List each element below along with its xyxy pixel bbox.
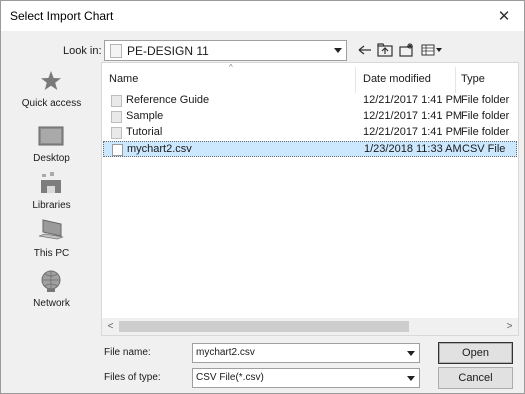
look-in-label: Look in: — [63, 45, 102, 57]
file-row-selected[interactable]: mychart2.csv 1/23/2018 11:33 AM CSV File — [103, 141, 517, 157]
column-divider[interactable] — [355, 67, 356, 93]
desktop-icon — [36, 122, 66, 150]
file-date: 12/21/2017 1:41 PM — [363, 110, 463, 122]
scrollbar-thumb[interactable] — [119, 321, 409, 332]
place-label: This PC — [33, 248, 70, 259]
file-name-value: mychart2.csv — [196, 347, 255, 358]
file-date: 12/21/2017 1:41 PM — [363, 126, 463, 138]
libraries-icon — [36, 169, 66, 197]
scroll-right-button[interactable]: > — [501, 320, 518, 333]
dialog-title: Select Import Chart — [10, 9, 114, 23]
file-type-value: CSV File(*.csv) — [196, 372, 264, 383]
file-icon — [112, 144, 123, 156]
star-icon — [36, 67, 66, 95]
computer-icon — [36, 217, 66, 245]
chevron-down-icon[interactable] — [329, 41, 346, 60]
folder-icon — [111, 127, 122, 139]
title-bar: Select Import Chart ✕ — [1, 1, 524, 31]
file-name-input[interactable]: mychart2.csv — [192, 343, 420, 363]
file-date: 12/21/2017 1:41 PM — [363, 94, 463, 106]
look-in-combo[interactable]: PE-DESIGN 11 — [104, 40, 347, 61]
file-name: mychart2.csv — [127, 143, 192, 155]
chevron-down-icon[interactable] — [402, 369, 419, 387]
file-type: File folder — [461, 94, 510, 106]
file-row[interactable]: Tutorial 12/21/2017 1:41 PM File folder — [103, 125, 517, 141]
file-row[interactable]: Sample 12/21/2017 1:41 PM File folder — [103, 109, 517, 125]
place-quick-access[interactable]: Quick access — [9, 67, 94, 115]
file-name: Sample — [126, 110, 164, 122]
place-network[interactable]: Network — [9, 267, 94, 315]
view-menu-icon[interactable] — [420, 41, 444, 59]
file-list[interactable]: ^ Name Date modified Type Reference Guid… — [101, 62, 519, 336]
close-button[interactable]: ✕ — [484, 1, 524, 31]
column-header-type[interactable]: Type — [461, 73, 485, 85]
place-label: Desktop — [33, 153, 70, 164]
file-name-label: File name: — [104, 347, 151, 358]
place-label: Quick access — [21, 98, 82, 109]
file-type-label: Files of type: — [104, 372, 161, 383]
file-type: File folder — [461, 110, 510, 122]
place-libraries[interactable]: Libraries — [9, 169, 94, 217]
file-name: Tutorial — [126, 126, 163, 138]
column-divider[interactable] — [455, 67, 456, 93]
network-icon — [36, 267, 66, 295]
file-date: 1/23/2018 11:33 AM — [364, 143, 462, 155]
new-folder-icon[interactable] — [398, 41, 416, 59]
column-header-date-modified[interactable]: Date modified — [363, 73, 431, 85]
column-header-name[interactable]: Name — [109, 73, 138, 85]
horizontal-scrollbar[interactable]: < > — [102, 318, 518, 335]
chevron-down-icon[interactable] — [402, 344, 419, 362]
places-bar: Quick access Desktop Libraries This PC N… — [9, 67, 94, 317]
place-label: Network — [33, 298, 70, 309]
folder-icon — [110, 44, 122, 58]
look-in-value: PE-DESIGN 11 — [127, 44, 209, 58]
place-label: Libraries — [32, 200, 71, 211]
file-row[interactable]: Reference Guide 12/21/2017 1:41 PM File … — [103, 93, 517, 109]
file-type: CSV File — [462, 143, 506, 155]
sort-ascending-icon: ^ — [229, 63, 233, 72]
back-icon[interactable] — [356, 41, 374, 59]
cancel-button[interactable]: Cancel — [438, 367, 513, 389]
scroll-left-button[interactable]: < — [102, 320, 119, 333]
folder-icon — [111, 111, 122, 123]
place-desktop[interactable]: Desktop — [9, 122, 94, 170]
select-import-chart-dialog: Select Import Chart ✕ Look in: PE-DESIGN… — [0, 0, 525, 394]
up-folder-icon[interactable] — [376, 41, 394, 59]
place-this-pc[interactable]: This PC — [9, 217, 94, 265]
file-type: File folder — [461, 126, 510, 138]
open-button[interactable]: Open — [438, 342, 513, 364]
file-type-select[interactable]: CSV File(*.csv) — [192, 368, 420, 388]
file-name: Reference Guide — [126, 94, 210, 106]
folder-icon — [111, 95, 122, 107]
